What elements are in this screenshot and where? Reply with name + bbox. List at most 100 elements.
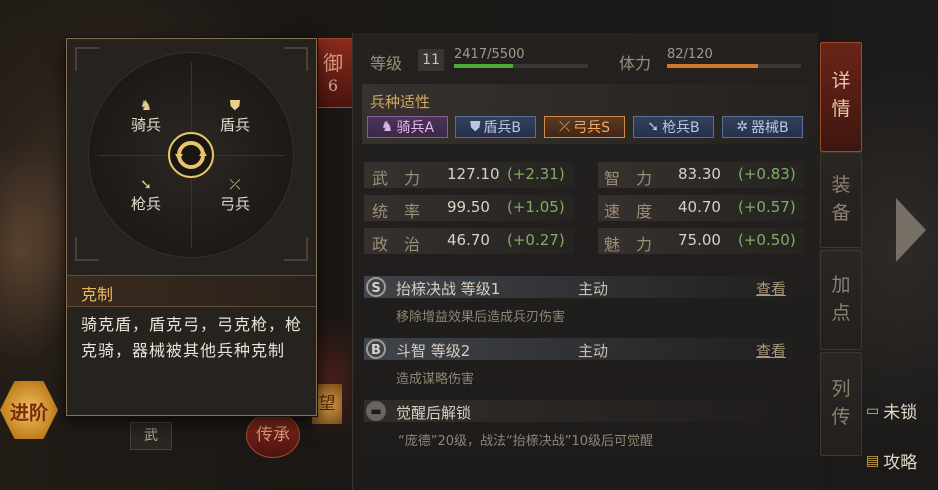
exp-bar-fill (454, 64, 513, 68)
stat-charm-bonus: (+0.50) (738, 231, 796, 249)
tooltip-corner-ornament (75, 237, 99, 261)
lock-icon: ▬ (366, 401, 386, 421)
tooltip-title: 克制 (81, 285, 114, 304)
spear-icon: ➘ (647, 119, 660, 135)
bow-icon: ⤫ (229, 177, 241, 193)
aptitude-badge-label: 器械B (751, 120, 789, 136)
tooltip-header: 克制 (67, 275, 316, 307)
stat-command-value: 99.50 (447, 198, 490, 216)
aptitude-badge-label: 枪兵B (662, 120, 700, 136)
skill-1-view-link[interactable]: 查看 (756, 278, 786, 299)
stat-speed-value: 40.70 (678, 198, 721, 216)
stat-intellect-value: 83.30 (678, 165, 721, 183)
unit-cavalry-label: 骑兵 (130, 116, 161, 134)
tooltip-corner-ornament (284, 237, 308, 261)
unlock-link[interactable]: ▭ 未锁 (866, 398, 918, 424)
aptitude-badge-label: 骑兵A (396, 120, 435, 136)
unit-cavalry: ♞ 骑兵 (121, 98, 171, 135)
skill-1-type: 主动 (578, 280, 609, 298)
tab-details[interactable]: 详情 (820, 42, 862, 152)
guide-link[interactable]: ▤ 攻略 (866, 448, 918, 474)
tooltip-corner-ornament (75, 47, 99, 71)
stat-command-label: 统 率 (372, 202, 421, 221)
level-label: 等级 (370, 54, 403, 73)
spear-icon: ➘ (140, 177, 152, 193)
awaken-title: 觉醒后解锁 (396, 404, 472, 422)
shield-icon: ⛊ (469, 119, 481, 135)
skill-2-type: 主动 (578, 342, 609, 360)
stat-politics-bonus: (+0.27) (507, 231, 565, 249)
unit-spear-label: 枪兵 (130, 195, 161, 213)
exp-bar (454, 64, 588, 68)
stat-politics-value: 46.70 (447, 231, 490, 249)
level-value: 11 (418, 49, 444, 71)
stamina-label: 体力 (619, 54, 652, 73)
skill-grade-s-icon: S (366, 277, 386, 297)
cycle-icon (168, 132, 214, 178)
aptitude-badge-siege[interactable]: ✲ 器械B (722, 116, 803, 138)
skill-1-desc: 移除增益效果后造成兵刃伤害 (396, 310, 566, 325)
aptitude-title: 兵种适性 (370, 93, 431, 111)
advance-label: 进阶 (9, 402, 48, 424)
skill-1-name: 抬榇决战 等级1 (396, 280, 501, 298)
awaken-desc: “庞德”20级，战法“抬榇决战”10级后可觉醒 (398, 434, 654, 449)
unit-bow: ⤫ 弓兵 (210, 177, 260, 214)
stat-force-value: 127.10 (447, 165, 500, 183)
guide-label: 攻略 (883, 453, 918, 473)
skill-2-name: 斗智 等级2 (396, 342, 471, 360)
bow-icon: ⤫ (558, 119, 571, 135)
stat-force-label: 武 力 (372, 169, 421, 188)
stat-speed-bonus: (+0.57) (738, 198, 796, 216)
unit-bow-label: 弓兵 (219, 195, 250, 213)
counter-tooltip: ♞ 骑兵 ⛊ 盾兵 ➘ 枪兵 ⤫ 弓兵 克制 骑克盾，盾克弓，弓克枪，枪克骑，器械被其他… (66, 38, 317, 416)
unlock-label: 未锁 (883, 403, 918, 423)
stat-intellect-label: 智 力 (604, 169, 653, 188)
stat-command-bonus: (+1.05) (507, 198, 565, 216)
tab-add-points-label: 加点 (831, 274, 851, 324)
skill-grade-b-icon: B (366, 339, 386, 359)
tooltip-body: 骑克盾，盾克弓，弓克枪，枪克骑，器械被其他兵种克制 (81, 315, 303, 360)
horse-icon: ♞ (139, 98, 153, 114)
stat-force-bonus: (+2.31) (507, 165, 565, 183)
exp-text: 2417/5500 (454, 47, 525, 62)
stat-charm-label: 魅 力 (604, 235, 653, 254)
stamina-bar-fill (667, 64, 759, 68)
tooltip-corner-ornament (284, 47, 308, 71)
stat-charm-value: 75.00 (678, 231, 721, 249)
tab-biography[interactable]: 列传 (820, 352, 862, 456)
tab-add-points[interactable]: 加点 (820, 250, 862, 350)
defense-value: 6 (327, 76, 339, 95)
aptitude-badge-label: 弓兵S (573, 120, 611, 136)
gear-icon: ✲ (736, 119, 749, 135)
aptitude-badge-cavalry[interactable]: ♞ 骑兵A (367, 116, 448, 138)
aptitude-badge-label: 盾兵B (483, 120, 522, 136)
wu-tag: 武 (130, 422, 172, 450)
horse-icon: ♞ (380, 119, 394, 135)
aptitude-badge-bow[interactable]: ⤫ 弓兵S (544, 116, 625, 138)
counter-wheel: ♞ 骑兵 ⛊ 盾兵 ➘ 枪兵 ⤫ 弓兵 (88, 52, 294, 258)
defense-tab[interactable]: 御 6 (312, 38, 354, 108)
lock-icon: ▭ (866, 402, 880, 419)
aptitude-badge-spear[interactable]: ➘ 枪兵B (633, 116, 714, 138)
stat-politics-label: 政 治 (372, 235, 421, 254)
tab-equipment[interactable]: 装备 (820, 152, 862, 248)
cycle-arrows-icon (175, 141, 207, 169)
stamina-text: 82/120 (667, 47, 713, 62)
shield-icon: ⛊ (229, 98, 241, 114)
tab-equipment-label: 装备 (831, 174, 851, 224)
stat-intellect-bonus: (+0.83) (738, 165, 796, 183)
stat-speed-label: 速 度 (604, 202, 653, 221)
tab-biography-label: 列传 (831, 378, 851, 428)
inherit-button[interactable]: 传承 (246, 412, 300, 458)
unit-shield: ⛊ 盾兵 (210, 98, 260, 135)
unit-spear: ➘ 枪兵 (121, 177, 171, 214)
stamina-bar (667, 64, 801, 68)
aptitude-badge-shield[interactable]: ⛊ 盾兵B (455, 116, 536, 138)
skill-2-desc: 造成谋略伤害 (396, 372, 475, 387)
skill-2-view-link[interactable]: 查看 (756, 340, 786, 361)
next-arrow-icon[interactable] (896, 198, 926, 262)
unit-shield-label: 盾兵 (219, 116, 250, 134)
book-icon: ▤ (866, 452, 880, 469)
defense-label: 御 (323, 51, 343, 75)
tab-details-label: 详情 (831, 70, 851, 120)
